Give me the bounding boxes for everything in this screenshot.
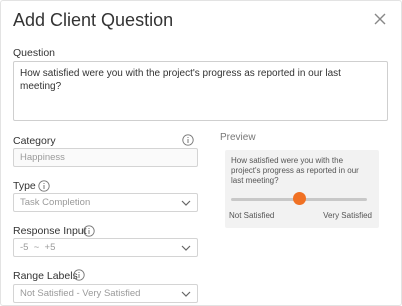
info-icon[interactable] bbox=[73, 269, 85, 281]
preview-panel: How satisfied were you with the project'… bbox=[225, 150, 379, 228]
range-labels-label: Range Labels bbox=[13, 270, 78, 282]
question-textarea[interactable]: How satisfied were you with the project'… bbox=[13, 61, 388, 121]
range-labels-value: Not Satisfied - Very Satisfied bbox=[20, 288, 141, 299]
category-value: Happiness bbox=[20, 152, 65, 163]
response-input-value: -5 ~ +5 bbox=[20, 242, 56, 253]
add-client-question-dialog: Add Client Question Question How satisfi… bbox=[0, 0, 402, 306]
preview-max-label: Very Satisfied bbox=[323, 211, 372, 220]
info-icon[interactable] bbox=[83, 225, 95, 237]
category-select: Happiness bbox=[13, 148, 198, 167]
chevron-down-icon bbox=[181, 200, 191, 206]
chevron-down-icon bbox=[181, 291, 191, 297]
preview-label: Preview bbox=[220, 132, 256, 143]
type-value: Task Completion bbox=[20, 197, 91, 208]
preview-question: How satisfied were you with the project'… bbox=[231, 156, 359, 185]
range-labels-select[interactable]: Not Satisfied - Very Satisfied bbox=[13, 284, 198, 303]
close-icon[interactable] bbox=[373, 12, 387, 26]
chevron-down-icon bbox=[181, 245, 191, 251]
info-icon[interactable] bbox=[182, 134, 194, 146]
question-label: Question bbox=[13, 47, 56, 59]
category-label: Category bbox=[13, 135, 56, 147]
response-input-select[interactable]: -5 ~ +5 bbox=[13, 238, 198, 257]
info-icon[interactable] bbox=[38, 180, 50, 192]
preview-min-label: Not Satisfied bbox=[229, 211, 275, 220]
response-input-label: Response Input bbox=[13, 225, 87, 237]
type-select[interactable]: Task Completion bbox=[13, 193, 198, 212]
dialog-title: Add Client Question bbox=[13, 10, 174, 30]
question-text: How satisfied were you with the project'… bbox=[20, 68, 341, 92]
type-label: Type bbox=[13, 180, 36, 192]
preview-slider-handle[interactable] bbox=[292, 192, 306, 205]
